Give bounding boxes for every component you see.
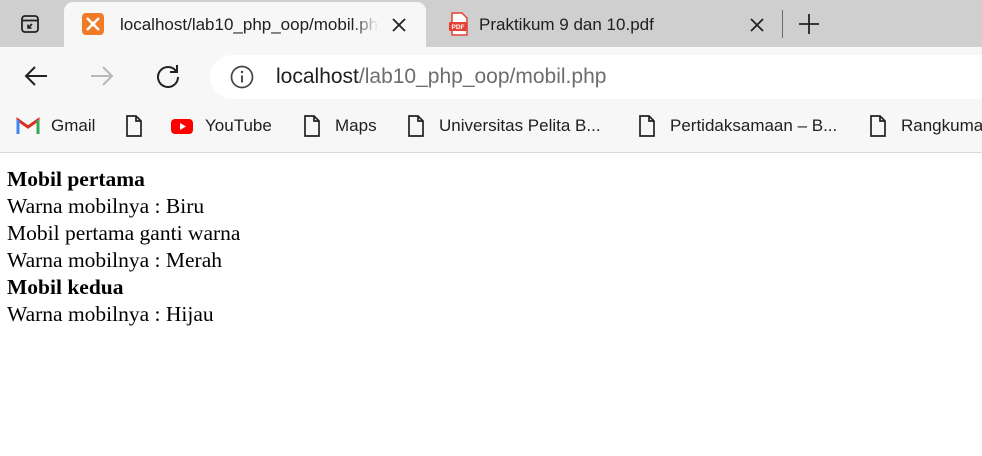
url-text: localhost/lab10_php_oop/mobil.php xyxy=(276,55,606,99)
bookmark-label: Maps xyxy=(335,116,377,135)
text-line: Warna mobilnya : Merah xyxy=(7,248,222,272)
bookmark-gmail[interactable]: Gmail xyxy=(16,105,95,147)
address-bar[interactable]: localhost/lab10_php_oop/mobil.php xyxy=(210,55,982,99)
page-icon xyxy=(304,115,320,137)
reload-icon xyxy=(157,65,179,88)
bookmark-label: Gmail xyxy=(51,116,96,135)
text-line: Mobil pertama ganti warna xyxy=(7,221,241,245)
tab-mobil-php[interactable]: localhost/lab10_php_oop/mobil.php xyxy=(64,2,426,47)
bookmark-label: Rangkuma xyxy=(901,116,982,135)
xampp-icon xyxy=(82,13,104,35)
reload-button[interactable] xyxy=(152,60,184,92)
page-icon xyxy=(408,115,424,137)
plus-icon xyxy=(799,14,819,34)
toolbar: localhost/lab10_php_oop/mobil.php xyxy=(0,47,982,105)
bookmark-label: Pertidaksamaan – B... xyxy=(670,116,838,135)
bookmark-page[interactable] xyxy=(122,105,157,147)
info-icon[interactable] xyxy=(230,65,254,89)
forward-button[interactable] xyxy=(86,60,118,92)
arrow-left-icon xyxy=(24,66,47,86)
bookmark-label: YouTube xyxy=(205,116,272,135)
youtube-icon xyxy=(171,119,193,134)
url-host: localhost xyxy=(276,65,359,88)
heading-mobil-pertama: Mobil pertama xyxy=(7,167,145,191)
tab-title: localhost/lab10_php_oop/mobil.php xyxy=(120,15,378,34)
pdf-icon: PDF xyxy=(449,12,468,36)
close-icon xyxy=(750,18,764,32)
page-icon xyxy=(126,115,142,137)
tab-title: Praktikum 9 dan 10.pdf xyxy=(479,15,654,34)
bookmark-label: Universitas Pelita B... xyxy=(439,116,601,135)
new-tab-button[interactable] xyxy=(795,10,823,38)
bookmark-youtube[interactable]: YouTube xyxy=(170,105,272,147)
bookmark-rangkuman[interactable]: Rangkuma xyxy=(866,105,982,147)
svg-text:PDF: PDF xyxy=(452,24,465,31)
text-line: Warna mobilnya : Hijau xyxy=(7,302,214,326)
tab-strip: localhost/lab10_php_oop/mobil.php PDF Pr… xyxy=(0,0,982,47)
bookmarks-bar: Gmail YouTube Maps Universitas Pelita B.… xyxy=(0,105,982,153)
tab-praktikum-pdf[interactable]: PDF Praktikum 9 dan 10.pdf xyxy=(430,2,780,47)
document-body: Mobil pertama Warna mobilnya : Biru Mobi… xyxy=(7,166,240,328)
tab-actions-icon xyxy=(21,15,39,33)
text-line: Warna mobilnya : Biru xyxy=(7,194,205,218)
heading-mobil-kedua: Mobil kedua xyxy=(7,275,124,299)
back-button[interactable] xyxy=(20,60,52,92)
page-content: Mobil pertama Warna mobilnya : Biru Mobi… xyxy=(0,154,982,456)
bookmark-pertidaksamaan[interactable]: Pertidaksamaan – B... xyxy=(635,105,837,147)
close-tab-button[interactable] xyxy=(746,14,768,36)
gmail-icon xyxy=(16,117,40,134)
url-path: /lab10_php_oop/mobil.php xyxy=(358,65,607,88)
arrow-right-icon xyxy=(91,66,114,86)
page-icon xyxy=(870,115,886,137)
close-icon xyxy=(392,18,406,32)
page-icon xyxy=(639,115,655,137)
tab-separator xyxy=(782,10,783,38)
tab-actions-button[interactable] xyxy=(10,9,50,39)
bookmark-maps[interactable]: Maps xyxy=(300,105,377,147)
bookmark-universitas-pelita[interactable]: Universitas Pelita B... xyxy=(404,105,601,147)
close-tab-button[interactable] xyxy=(388,14,410,36)
